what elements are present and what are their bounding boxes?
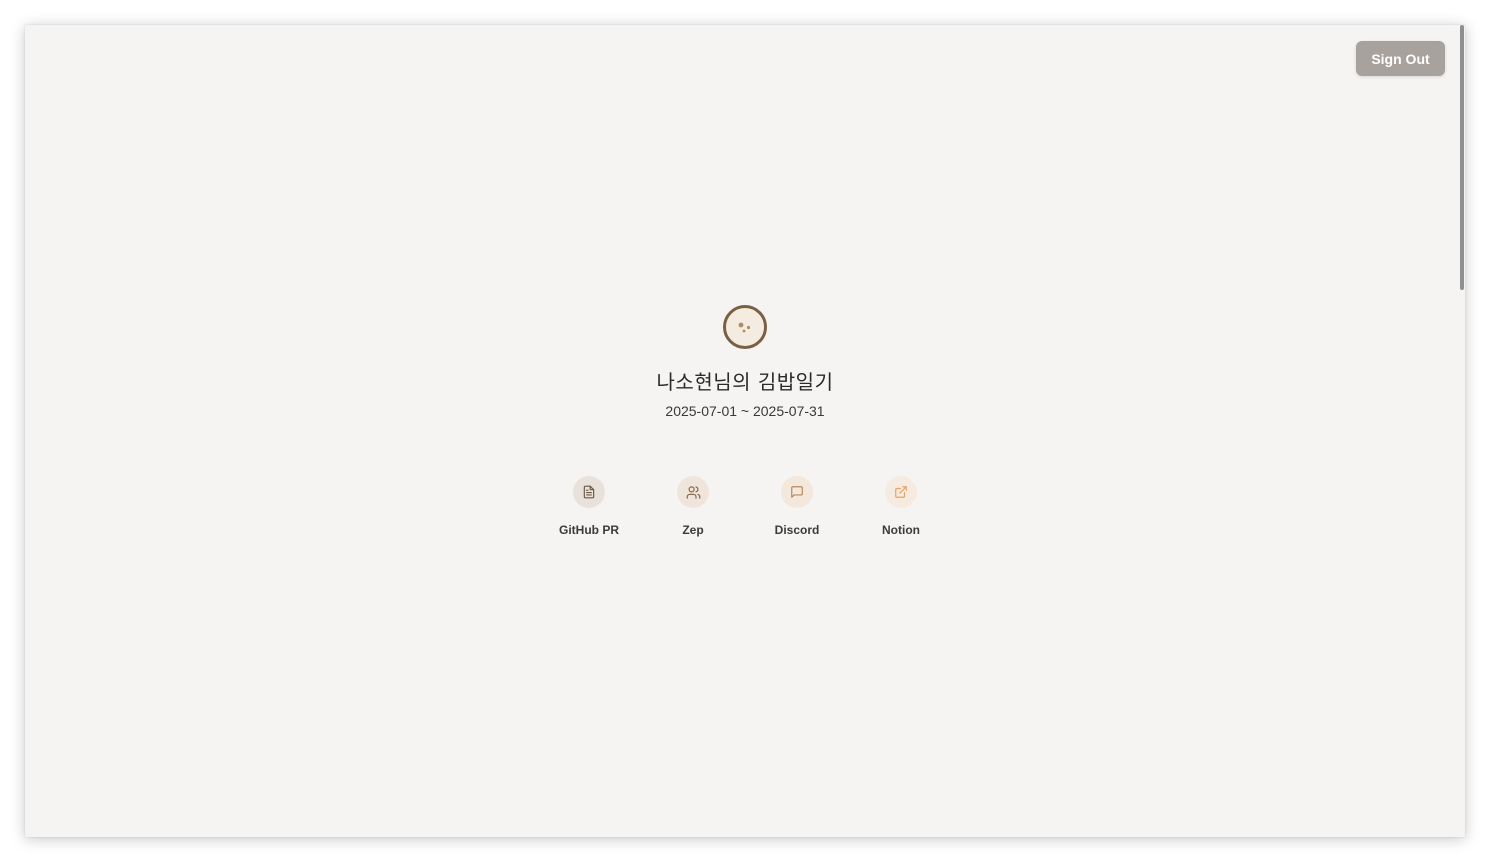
kimbap-icon: [738, 322, 751, 333]
link-label: Notion: [882, 523, 920, 537]
link-icon-badge: [677, 476, 709, 508]
link-list: GitHub PR Zep Discord Notion: [537, 476, 953, 537]
external-link-icon: [895, 486, 907, 498]
date-range: 2025-07-01 ~ 2025-07-31: [665, 403, 825, 419]
link-icon-badge: [573, 476, 605, 508]
link-label: Discord: [774, 523, 820, 537]
link-icon-badge: [885, 476, 917, 508]
link-zep[interactable]: Zep: [641, 476, 745, 537]
app-window: Sign Out 나소현님의 김밥일기 2025-07-01 ~ 2025-07…: [25, 25, 1465, 837]
link-label: GitHub PR: [559, 523, 619, 537]
link-discord[interactable]: Discord: [745, 476, 849, 537]
sign-out-button[interactable]: Sign Out: [1356, 41, 1445, 76]
link-label: Zep: [682, 523, 704, 537]
avatar: [723, 305, 767, 349]
page-title: 나소현님의 김밥일기: [656, 370, 834, 394]
link-github-pr[interactable]: GitHub PR: [537, 476, 641, 537]
scrollbar-thumb[interactable]: [1460, 25, 1464, 290]
profile-section: 나소현님의 김밥일기 2025-07-01 ~ 2025-07-31 GitHu…: [25, 305, 1465, 537]
link-notion[interactable]: Notion: [849, 476, 953, 537]
link-icon-badge: [781, 476, 813, 508]
document-icon: [583, 485, 595, 499]
message-icon: [791, 486, 803, 498]
users-icon: [686, 485, 700, 499]
